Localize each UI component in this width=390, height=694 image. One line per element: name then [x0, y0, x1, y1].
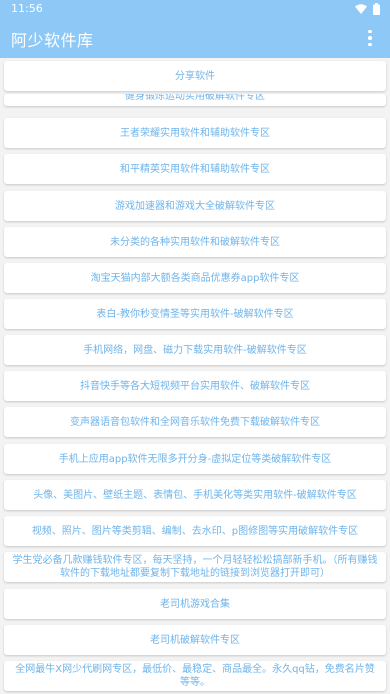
list-item-label: 手机网络，网盘、磁力下载实用软件-破解软件专区 — [83, 344, 307, 356]
battery-icon — [373, 3, 380, 15]
status-bar: 11:56 — [0, 0, 390, 18]
list-item-taobao-coupons[interactable]: 淘宝天猫内部大额各类商品优惠券app软件专区 — [4, 263, 386, 293]
list-item-label: 变声器语音包软件和全网音乐软件免费下载破解软件专区 — [70, 416, 320, 428]
list-item-uncategorized[interactable]: 未分类的各种实用软件和破解软件专区 — [4, 227, 386, 257]
list-item-label: 淘宝天猫内部大额各类商品优惠券app软件专区 — [90, 272, 300, 284]
list-item-video-editing[interactable]: 视频、照片、图片等类剪辑、编制、去水印、p图修图等实用破解软件专区 — [4, 516, 386, 546]
list-item-label: 游戏加速器和游戏大全破解软件专区 — [115, 200, 275, 212]
more-vert-icon[interactable] — [358, 26, 382, 50]
list-item-honor-of-kings[interactable]: 王者荣耀实用软件和辅助软件专区 — [4, 118, 386, 148]
list-item-game-accelerator[interactable]: 游戏加速器和游戏大全破解软件专区 — [4, 191, 386, 221]
list-item-cracked-software[interactable]: 老司机破解软件专区 — [4, 625, 386, 655]
list-item-label: 分享软件 — [175, 70, 215, 82]
list-item-voice-changer[interactable]: 变声器语音包软件和全网音乐软件免费下载破解软件专区 — [4, 407, 386, 437]
list-item-beautify[interactable]: 头像、美图片、壁纸主题、表情包、手机美化等类实用软件-破解软件专区 — [4, 480, 386, 510]
list-item-label: 老司机破解软件专区 — [150, 634, 240, 646]
status-time: 11:56 — [11, 2, 43, 15]
list-item-label: 手机上应用app软件无限多开分身-虚拟定位等类破解软件专区 — [58, 453, 332, 465]
list-item-label: 视频、照片、图片等类剪辑、编制、去水印、p图修图等实用破解软件专区 — [31, 525, 359, 537]
list-item-label: 王者荣耀实用软件和辅助软件专区 — [120, 127, 270, 139]
list-item-label: 表白-教你秒变情圣等实用软件-破解软件专区 — [96, 308, 294, 320]
list-item-peace-elite[interactable]: 和平精英实用软件和辅助软件专区 — [4, 154, 386, 184]
list-item-label: 学生党必备几款赚钱软件专区，每天坚持，一个月轻轻松松搞部新手机。（所有赚钱软件的… — [12, 555, 378, 579]
list-item-fitness[interactable]: 健身锻炼运动实用破解软件专区 — [4, 94, 386, 106]
list-item-confession[interactable]: 表白-教你秒变情圣等实用软件-破解软件专区 — [4, 299, 386, 329]
list-item-app-clone[interactable]: 手机上应用app软件无限多开分身-虚拟定位等类破解软件专区 — [4, 444, 386, 474]
list-item-label: 全网最牛X网少代刷网专区，最低价、最稳定、商品最全。永久qq钻，免费名片赞等等。 — [15, 664, 375, 688]
list-item-student-earning[interactable]: 学生党必备几款赚钱软件专区，每天坚持，一个月轻轻松松搞部新手机。（所有赚钱软件的… — [4, 552, 386, 582]
app-bar: 阿少软件库 — [0, 18, 390, 58]
wifi-icon — [355, 4, 367, 14]
list-item-label: 老司机游戏合集 — [160, 598, 230, 610]
app-title: 阿少软件库 — [11, 31, 94, 50]
category-list[interactable]: 分享软件 健身锻炼运动实用破解软件专区 王者荣耀实用软件和辅助软件专区 和平精英… — [0, 58, 390, 694]
list-item-short-video[interactable]: 抖音快手等各大短视频平台实用软件、破解软件专区 — [4, 371, 386, 401]
list-item-games-collection[interactable]: 老司机游戏合集 — [4, 589, 386, 619]
list-item-proxy-service[interactable]: 全网最牛X网少代刷网专区，最低价、最稳定、商品最全。永久qq钻，免费名片赞等等。 — [4, 661, 386, 691]
list-item-share-software[interactable]: 分享软件 — [4, 61, 386, 91]
list-item-label: 抖音快手等各大短视频平台实用软件、破解软件专区 — [80, 380, 310, 392]
list-item-label: 健身锻炼运动实用破解软件专区 — [125, 94, 265, 102]
list-item-label: 和平精英实用软件和辅助软件专区 — [120, 163, 270, 175]
list-item-label: 未分类的各种实用软件和破解软件专区 — [110, 236, 280, 248]
status-icons — [355, 3, 380, 15]
list-item-label: 头像、美图片、壁纸主题、表情包、手机美化等类实用软件-破解软件专区 — [33, 489, 357, 501]
list-item-network-download[interactable]: 手机网络，网盘、磁力下载实用软件-破解软件专区 — [4, 335, 386, 365]
